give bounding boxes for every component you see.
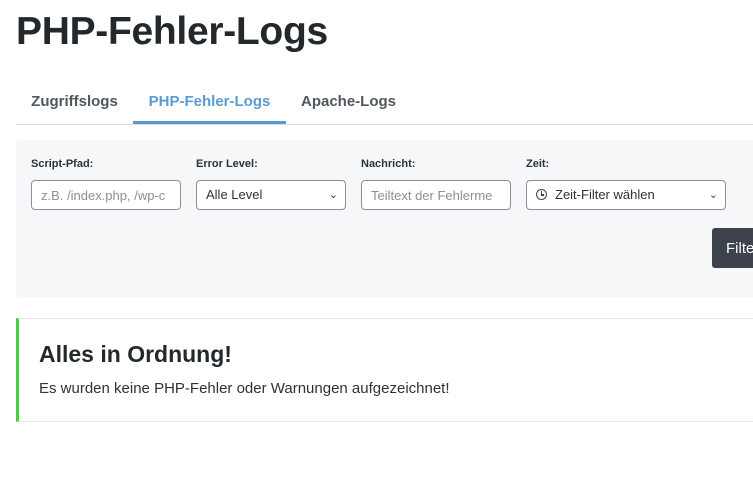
message-input[interactable] (361, 180, 511, 210)
page-title: PHP-Fehler-Logs (16, 10, 328, 53)
filter-button[interactable]: Filte (712, 228, 753, 268)
message-label: Nachricht: (361, 158, 416, 170)
chevron-down-icon: ⌄ (328, 189, 338, 201)
script-path-input[interactable] (31, 180, 181, 210)
script-path-label: Script-Pfad: (31, 158, 94, 170)
notice-text: Es wurden keine PHP-Fehler oder Warnunge… (39, 380, 450, 397)
clock-icon (536, 189, 547, 200)
notice-title: Alles in Ordnung! (39, 341, 232, 367)
error-level-value: Alle Level (206, 187, 263, 202)
tab-php-error-logs[interactable]: PHP-Fehler-Logs (133, 84, 286, 124)
tab-bar: Zugriffslogs PHP-Fehler-Logs Apache-Logs (16, 84, 753, 125)
error-level-label: Error Level: (196, 158, 258, 170)
time-filter-select[interactable]: Zeit-Filter wählen ⌄ (526, 180, 726, 210)
filter-panel: Script-Pfad: Error Level: Alle Level ⌄ N… (16, 140, 753, 297)
tab-access-logs[interactable]: Zugriffslogs (16, 84, 133, 122)
time-filter-value: Zeit-Filter wählen (555, 187, 655, 202)
error-level-select[interactable]: Alle Level ⌄ (196, 180, 346, 210)
success-notice: Alles in Ordnung! Es wurden keine PHP-Fe… (16, 318, 753, 422)
tab-apache-logs[interactable]: Apache-Logs (286, 84, 411, 122)
chevron-down-icon: ⌄ (708, 189, 718, 201)
time-label: Zeit: (526, 158, 550, 170)
